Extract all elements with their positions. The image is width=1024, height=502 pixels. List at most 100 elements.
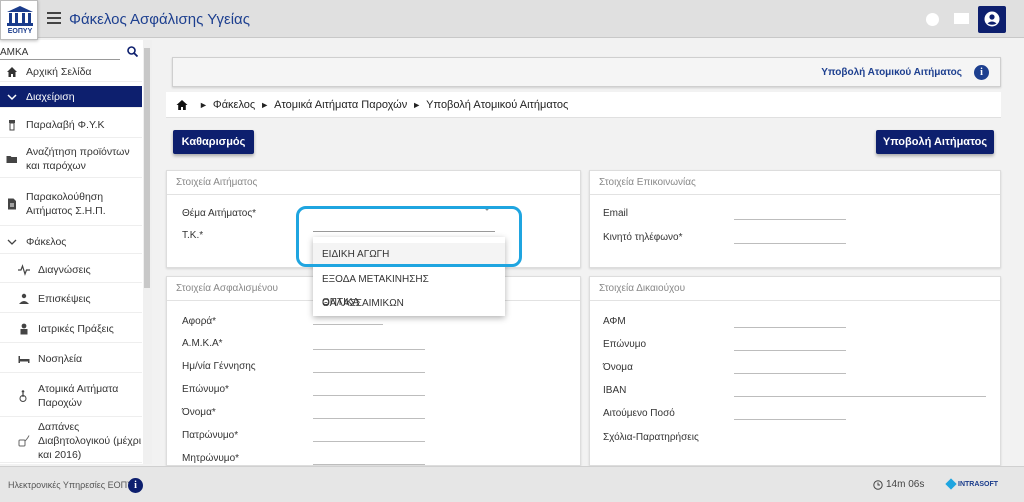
panel-title: Στοιχεία Επικοινωνίας	[590, 171, 1000, 195]
dropdown-option-special-education[interactable]: ΕΙΔΙΚΗ ΑΓΩΓΗ	[313, 243, 505, 267]
afm-field[interactable]	[734, 327, 846, 328]
concerns-select[interactable]	[313, 324, 383, 325]
sidebar-item-label: Διαγνώσεις	[38, 263, 91, 276]
page-title-panel: Υποβολή Ατομικού Αιτήματος i	[172, 57, 1001, 87]
amka-field[interactable]	[313, 349, 425, 350]
surname-field[interactable]	[313, 395, 425, 396]
breadcrumb-item-current: Υποβολή Ατομικού Αιτήματος	[426, 98, 569, 111]
breadcrumb-item-folder[interactable]: Φάκελος	[213, 99, 255, 111]
beneficiary-name-field[interactable]	[734, 373, 846, 374]
wheelchair-icon	[19, 389, 27, 402]
breadcrumb-separator-icon: ►	[412, 99, 422, 110]
surname-label: Επώνυμο*	[182, 384, 229, 395]
sidebar: Αρχική Σελίδα Διαχείριση Παραλαβή Φ.Υ.Κ …	[0, 40, 152, 464]
amka-search-input[interactable]	[0, 46, 120, 60]
sidebar-item-shp-tracking[interactable]: Παρακολούθηση Αιτήματος Σ.Η.Π.	[0, 182, 142, 226]
session-timer-value: 14m 06s	[886, 479, 925, 490]
father-name-field[interactable]	[313, 441, 425, 442]
clock-icon	[873, 479, 883, 490]
eopyy-logo[interactable]: ΕΟΠΥΥ	[0, 0, 38, 40]
subject-select[interactable]	[313, 206, 495, 232]
sidebar-search	[0, 46, 140, 62]
sidebar-item-individual-requests[interactable]: Ατομικά Αιτήματα Παροχών	[0, 375, 142, 417]
info-icon[interactable]: i	[974, 65, 989, 80]
breadcrumb-item-individual-requests[interactable]: Ατομικά Αιτήματα Παροχών	[274, 99, 407, 111]
sidebar-item-visits[interactable]: Επισκέψεις	[0, 285, 142, 313]
name-field[interactable]	[313, 418, 425, 419]
birth-date-field[interactable]	[313, 372, 425, 373]
sidebar-item-fyk-receipt[interactable]: Παραλαβή Φ.Υ.Κ	[0, 112, 142, 138]
document-icon	[8, 198, 16, 209]
mobile-phone-field[interactable]	[734, 243, 846, 244]
beneficiary-surname-label: Επώνυμο	[603, 339, 647, 350]
building-icon	[7, 6, 33, 26]
logo-text: ΕΟΠΥΥ	[7, 28, 33, 35]
footer: Ηλεκτρονικές Υπηρεσίες ΕΟΠΥΥ i 14m 06s I…	[0, 466, 1024, 502]
mail-icon[interactable]	[954, 13, 969, 24]
sidebar-item-label: Αναζήτηση προϊόντων και παρόχων	[26, 145, 130, 172]
medical-staff-icon	[20, 323, 28, 334]
sidebar-item-home[interactable]: Αρχική Σελίδα	[0, 62, 142, 82]
breadcrumb-separator-icon: ►	[199, 99, 208, 110]
sidebar-item-label: Επισκέψεις	[38, 292, 91, 305]
search-icon[interactable]	[127, 46, 138, 57]
email-field[interactable]	[734, 219, 846, 220]
panel-title: Στοιχεία Δικαιούχου	[590, 277, 1000, 301]
clear-button[interactable]: Καθαρισμός	[173, 130, 254, 154]
brand-text: INTRASOFT	[958, 480, 999, 488]
folder-open-icon	[6, 155, 17, 163]
sidebar-item-label: Παραλαβή Φ.Υ.Κ	[26, 118, 105, 131]
sidebar-item-diagnoses[interactable]: Διαγνώσεις	[0, 257, 142, 283]
sidebar-item-folder[interactable]: Φάκελος	[0, 230, 142, 254]
subject-label: Θέμα Αιτήματος*	[182, 208, 257, 219]
app-title: Φάκελος Ασφάλισης Υγείας	[69, 11, 250, 28]
sidebar-item-product-search[interactable]: Αναζήτηση προϊόντων και παρόχων	[0, 140, 142, 178]
postal-code-label: Τ.Κ.*	[182, 230, 204, 241]
amka-label: Α.Μ.Κ.Α*	[182, 338, 223, 349]
breadcrumb-separator-icon: ►	[260, 99, 270, 110]
dropdown-option-optics[interactable]: ΟΠΤΙΚΑ	[313, 291, 505, 315]
chevron-down-icon	[7, 239, 17, 245]
sidebar-item-label: Παρακολούθηση Αιτήματος Σ.Η.Π.	[26, 190, 106, 217]
beneficiary-surname-field[interactable]	[734, 350, 846, 351]
email-label: Email	[603, 208, 629, 219]
sidebar-item-medical-procedures[interactable]: Ιατρικές Πράξεις	[0, 315, 142, 343]
bed-icon	[18, 355, 30, 363]
requested-amount-label: Αιτούμενο Ποσό	[603, 408, 675, 419]
submit-request-button[interactable]: Υποβολή Αιτήματος	[876, 130, 994, 154]
panel-title: Στοιχεία Αιτήματος	[167, 171, 580, 195]
iban-field[interactable]	[734, 396, 986, 397]
requested-amount-field[interactable]	[734, 419, 846, 420]
sidebar-item-label: Νοσηλεία	[38, 352, 83, 365]
chevron-down-icon	[7, 93, 17, 100]
home-icon	[7, 66, 17, 77]
pulse-icon	[18, 263, 30, 276]
mother-name-field[interactable]	[313, 464, 425, 465]
doctor-icon	[19, 293, 29, 304]
home-icon[interactable]	[176, 99, 188, 111]
info-icon[interactable]: i	[128, 478, 143, 493]
sidebar-scrollbar[interactable]	[143, 40, 152, 464]
page-title: Υποβολή Ατομικού Αιτήματος	[821, 67, 962, 78]
footer-text: Ηλεκτρονικές Υπηρεσίες ΕΟΠΥΥ	[8, 480, 140, 490]
father-name-label: Πατρώνυμο*	[182, 430, 239, 441]
sidebar-item-label: Διαχείριση	[26, 90, 75, 103]
dropdown-option-thalassemia-transport[interactable]: ΕΞΟΔΑ ΜΕΤΑΚΙΝΗΣΗΣ ΘΑΛΑΣΣΑΙΜΙΚΩΝ	[313, 268, 505, 309]
name-label: Όνομα*	[182, 407, 216, 418]
hamburger-menu-icon[interactable]	[47, 12, 61, 24]
scrollbar-thumb[interactable]	[144, 48, 150, 288]
sidebar-item-label: Δαπάνες Διαβητολογικού (μέχρι και 2016)	[38, 420, 142, 461]
comments-label: Σχόλια-Παρατηρήσεις	[603, 432, 699, 443]
info-icon[interactable]	[926, 13, 939, 26]
subject-dropdown-menu: ΕΙΔΙΚΗ ΑΓΩΓΗ ΕΞΟΔΑ ΜΕΤΑΚΙΝΗΣΗΣ ΘΑΛΑΣΣΑΙΜ…	[313, 237, 505, 316]
iban-label: IBAN	[603, 385, 627, 396]
mother-name-label: Μητρώνυμο*	[182, 453, 240, 464]
intrasoft-logo: INTRASOFT	[945, 478, 999, 490]
intrasoft-mark-icon	[945, 478, 957, 490]
sidebar-item-management[interactable]: Διαχείριση	[0, 86, 142, 108]
sidebar-item-hospitalization[interactable]: Νοσηλεία	[0, 345, 142, 373]
beneficiary-name-label: Όνομα	[603, 362, 633, 373]
user-account-button[interactable]	[978, 6, 1006, 33]
sidebar-item-diabetes-expenses[interactable]: Δαπάνες Διαβητολογικού (μέχρι και 2016)	[0, 419, 142, 463]
glucometer-icon	[18, 434, 30, 446]
